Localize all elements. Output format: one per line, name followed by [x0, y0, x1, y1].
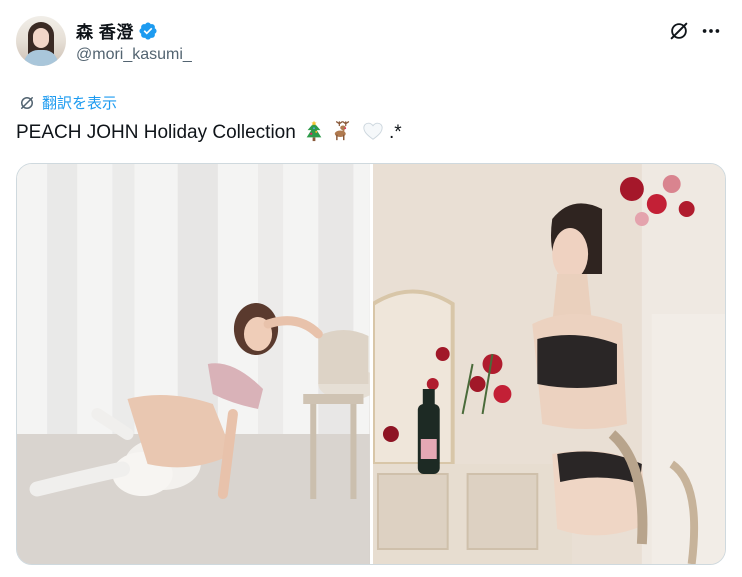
tweet-text-trailing: .* — [388, 122, 402, 143]
tweet: 森 香澄 @mori_kasumi_ 翻訳を表示 PEACH JOHN Holi… — [0, 0, 742, 577]
white-heart-icon — [363, 122, 383, 140]
show-translation-label: 翻訳を表示 — [42, 95, 118, 112]
author-name-row: 森 香澄 — [76, 18, 158, 43]
translate-icon — [21, 96, 33, 109]
show-translation-link[interactable]: 翻訳を表示 — [18, 92, 117, 113]
tweet-text: PEACH JOHN Holiday Collection .* — [16, 120, 402, 144]
tweet-text-body: PEACH JOHN Holiday Collection — [16, 122, 296, 143]
user-handle[interactable]: @mori_kasumi_ — [76, 46, 192, 64]
media-grid — [16, 163, 726, 565]
verified-badge-icon — [139, 21, 157, 40]
deer-icon — [335, 121, 350, 141]
avatar[interactable] — [16, 16, 66, 66]
display-name[interactable]: 森 香澄 — [76, 18, 134, 43]
grok-icon[interactable] — [668, 20, 690, 42]
more-icon[interactable] — [700, 20, 722, 42]
photo-1[interactable] — [17, 164, 370, 564]
christmas-tree-icon — [306, 120, 322, 142]
photo-2[interactable] — [372, 164, 725, 564]
